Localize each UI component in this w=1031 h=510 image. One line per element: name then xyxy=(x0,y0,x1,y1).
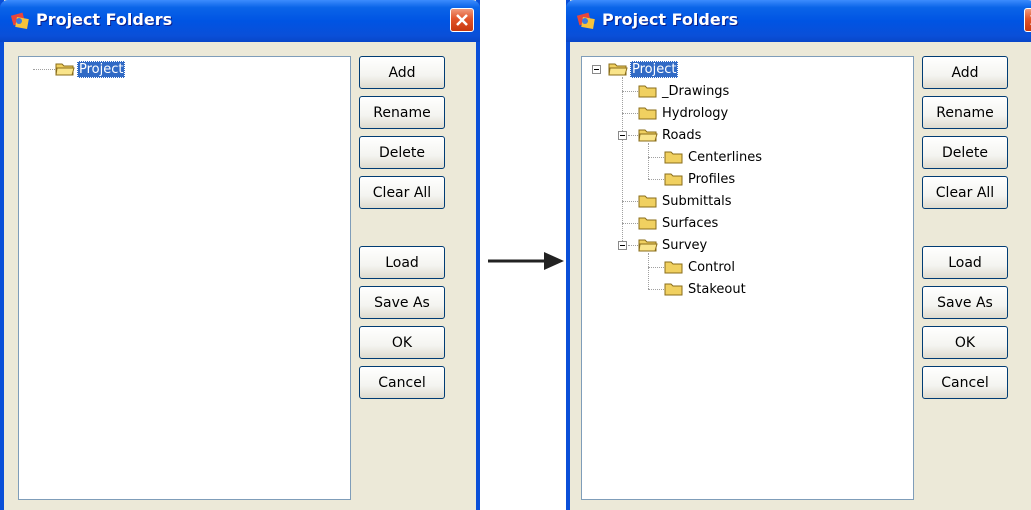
save-as-button[interactable]: Save As xyxy=(922,286,1008,319)
cancel-button[interactable]: Cancel xyxy=(922,366,1008,399)
tree-node-roads[interactable]: Roads xyxy=(638,125,703,145)
tree-node-surfaces[interactable]: Surfaces xyxy=(638,213,720,233)
tree-node-survey[interactable]: Survey xyxy=(638,235,709,255)
delete-button[interactable]: Delete xyxy=(922,136,1008,169)
folder-icon xyxy=(664,283,683,296)
tree-node-hydrology[interactable]: Hydrology xyxy=(638,103,730,123)
folder-icon xyxy=(608,63,628,76)
rename-button[interactable]: Rename xyxy=(359,96,445,129)
tree-node-label: Project xyxy=(630,60,679,78)
tree-node-label: Control xyxy=(688,259,735,275)
folder-icon xyxy=(638,239,658,252)
project-folders-dialog-after: Project Folders Project _Drawings Hydrol… xyxy=(566,0,1031,510)
folder-icon xyxy=(638,217,657,230)
ok-button[interactable]: OK xyxy=(922,326,1008,359)
folder-icon xyxy=(638,195,657,208)
add-button[interactable]: Add xyxy=(922,56,1008,89)
tree-node-label: Stakeout xyxy=(688,281,746,297)
folder-icon xyxy=(664,173,683,186)
project-folders-dialog-before: Project Folders Project Add Rename Delet… xyxy=(0,0,480,510)
folder-icon xyxy=(638,107,657,120)
tree-node-label: Project xyxy=(77,60,126,78)
tree-node-stakeout[interactable]: Stakeout xyxy=(664,279,748,299)
tree-node-label: Hydrology xyxy=(662,105,729,121)
tree-node-label: Roads xyxy=(662,127,702,143)
app-icon xyxy=(576,12,595,29)
tree-node-label: _Drawings xyxy=(662,83,730,99)
title-bar[interactable]: Project Folders xyxy=(0,0,480,42)
tree-node-project[interactable]: Project xyxy=(55,59,126,79)
folder-icon xyxy=(55,63,75,76)
tree-node-drawings[interactable]: _Drawings xyxy=(638,81,731,101)
folder-icon xyxy=(664,261,683,274)
tree-node-label: Profiles xyxy=(688,171,736,187)
delete-button[interactable]: Delete xyxy=(359,136,445,169)
clear-all-button[interactable]: Clear All xyxy=(922,176,1008,209)
close-button[interactable] xyxy=(1024,8,1031,32)
window-title: Project Folders xyxy=(36,10,173,29)
tree-node-label: Surfaces xyxy=(662,215,719,231)
collapse-toggle-project[interactable] xyxy=(592,65,601,74)
tree-node-submittals[interactable]: Submittals xyxy=(638,191,734,211)
collapse-toggle-roads[interactable] xyxy=(618,131,627,140)
load-button[interactable]: Load xyxy=(922,246,1008,279)
rename-button[interactable]: Rename xyxy=(922,96,1008,129)
tree-node-label: Centerlines xyxy=(688,149,762,165)
tree-node-label: Submittals xyxy=(662,193,732,209)
folder-icon xyxy=(664,151,683,164)
folder-tree[interactable]: Project _Drawings Hydrology Roads Center… xyxy=(581,56,914,500)
add-button[interactable]: Add xyxy=(359,56,445,89)
save-as-button[interactable]: Save As xyxy=(359,286,445,319)
folder-tree[interactable]: Project xyxy=(18,56,351,500)
arrow-right-icon xyxy=(488,252,564,270)
ok-button[interactable]: OK xyxy=(359,326,445,359)
close-button[interactable] xyxy=(450,8,474,32)
collapse-toggle-survey[interactable] xyxy=(618,241,627,250)
tree-node-control[interactable]: Control xyxy=(664,257,737,277)
close-icon xyxy=(456,14,468,26)
folder-icon xyxy=(638,85,657,98)
folder-icon xyxy=(638,129,658,142)
app-icon xyxy=(10,12,29,29)
tree-node-centerlines[interactable]: Centerlines xyxy=(664,147,764,167)
tree-node-label: Survey xyxy=(662,237,708,253)
cancel-button[interactable]: Cancel xyxy=(359,366,445,399)
window-title: Project Folders xyxy=(602,10,739,29)
tree-node-project[interactable]: Project xyxy=(608,59,679,79)
title-bar[interactable]: Project Folders xyxy=(566,0,1031,42)
load-button[interactable]: Load xyxy=(359,246,445,279)
tree-node-profiles[interactable]: Profiles xyxy=(664,169,737,189)
clear-all-button[interactable]: Clear All xyxy=(359,176,445,209)
